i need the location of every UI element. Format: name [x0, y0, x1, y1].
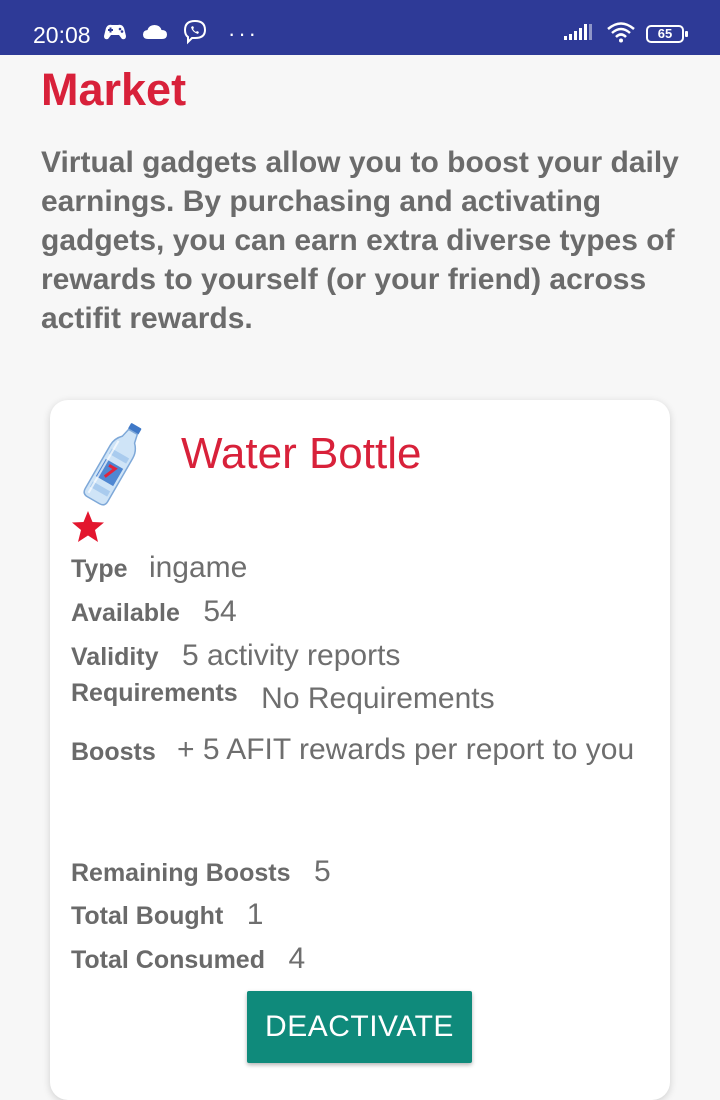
available-value: 54 [203, 595, 237, 628]
requirements-label: Requirements [71, 679, 238, 707]
star-icon [70, 510, 106, 544]
more-dots-icon: ··· [228, 21, 259, 46]
total-consumed-value: 4 [288, 942, 306, 975]
water-bottle-icon [80, 418, 150, 508]
remaining-boosts-row: Remaining Boosts 5 [71, 854, 331, 890]
boosts-label: Boosts [71, 738, 156, 766]
game-controller-icon [102, 22, 128, 47]
battery-icon: 65 [646, 25, 688, 43]
cloud-icon [142, 23, 168, 46]
gadget-title: Water Bottle [181, 429, 422, 478]
boosts-value: + 5 AFIT rewards per report to you [177, 733, 635, 766]
viber-icon [182, 19, 208, 50]
total-bought-value: 1 [246, 898, 264, 931]
validity-row: Validity 5 activity reports [71, 638, 400, 674]
system-icons: 65 [562, 21, 688, 48]
battery-level: 65 [657, 26, 673, 41]
notification-icons: ··· [102, 19, 259, 50]
total-bought-row: Total Bought 1 [71, 897, 263, 933]
validity-label: Validity [71, 643, 159, 671]
total-consumed-row: Total Consumed 4 [71, 941, 305, 977]
available-row: Available 54 [71, 594, 237, 630]
type-row: Type ingame [71, 550, 247, 586]
type-label: Type [71, 555, 128, 583]
available-label: Available [71, 599, 180, 627]
status-time: 20:08 [33, 22, 91, 48]
total-consumed-label: Total Consumed [71, 946, 265, 974]
status-bar: 20:08 ··· 65 [0, 0, 720, 55]
market-intro-text: Virtual gadgets allow you to boost your … [41, 146, 679, 335]
gadget-card: Water Bottle Type ingame Available 54 Va… [50, 400, 670, 1100]
requirements-row: Requirements No Requirements [71, 679, 495, 717]
deactivate-button[interactable]: DEACTIVATE [247, 991, 472, 1063]
wifi-icon [606, 21, 636, 48]
remaining-boosts-label: Remaining Boosts [71, 859, 291, 887]
validity-value: 5 activity reports [182, 639, 401, 672]
requirements-value: No Requirements [261, 682, 495, 715]
signal-icon [562, 22, 596, 47]
remaining-boosts-value: 5 [313, 855, 331, 888]
total-bought-label: Total Bought [71, 902, 224, 930]
type-value: ingame [148, 551, 248, 584]
page-title: Market [41, 64, 187, 115]
